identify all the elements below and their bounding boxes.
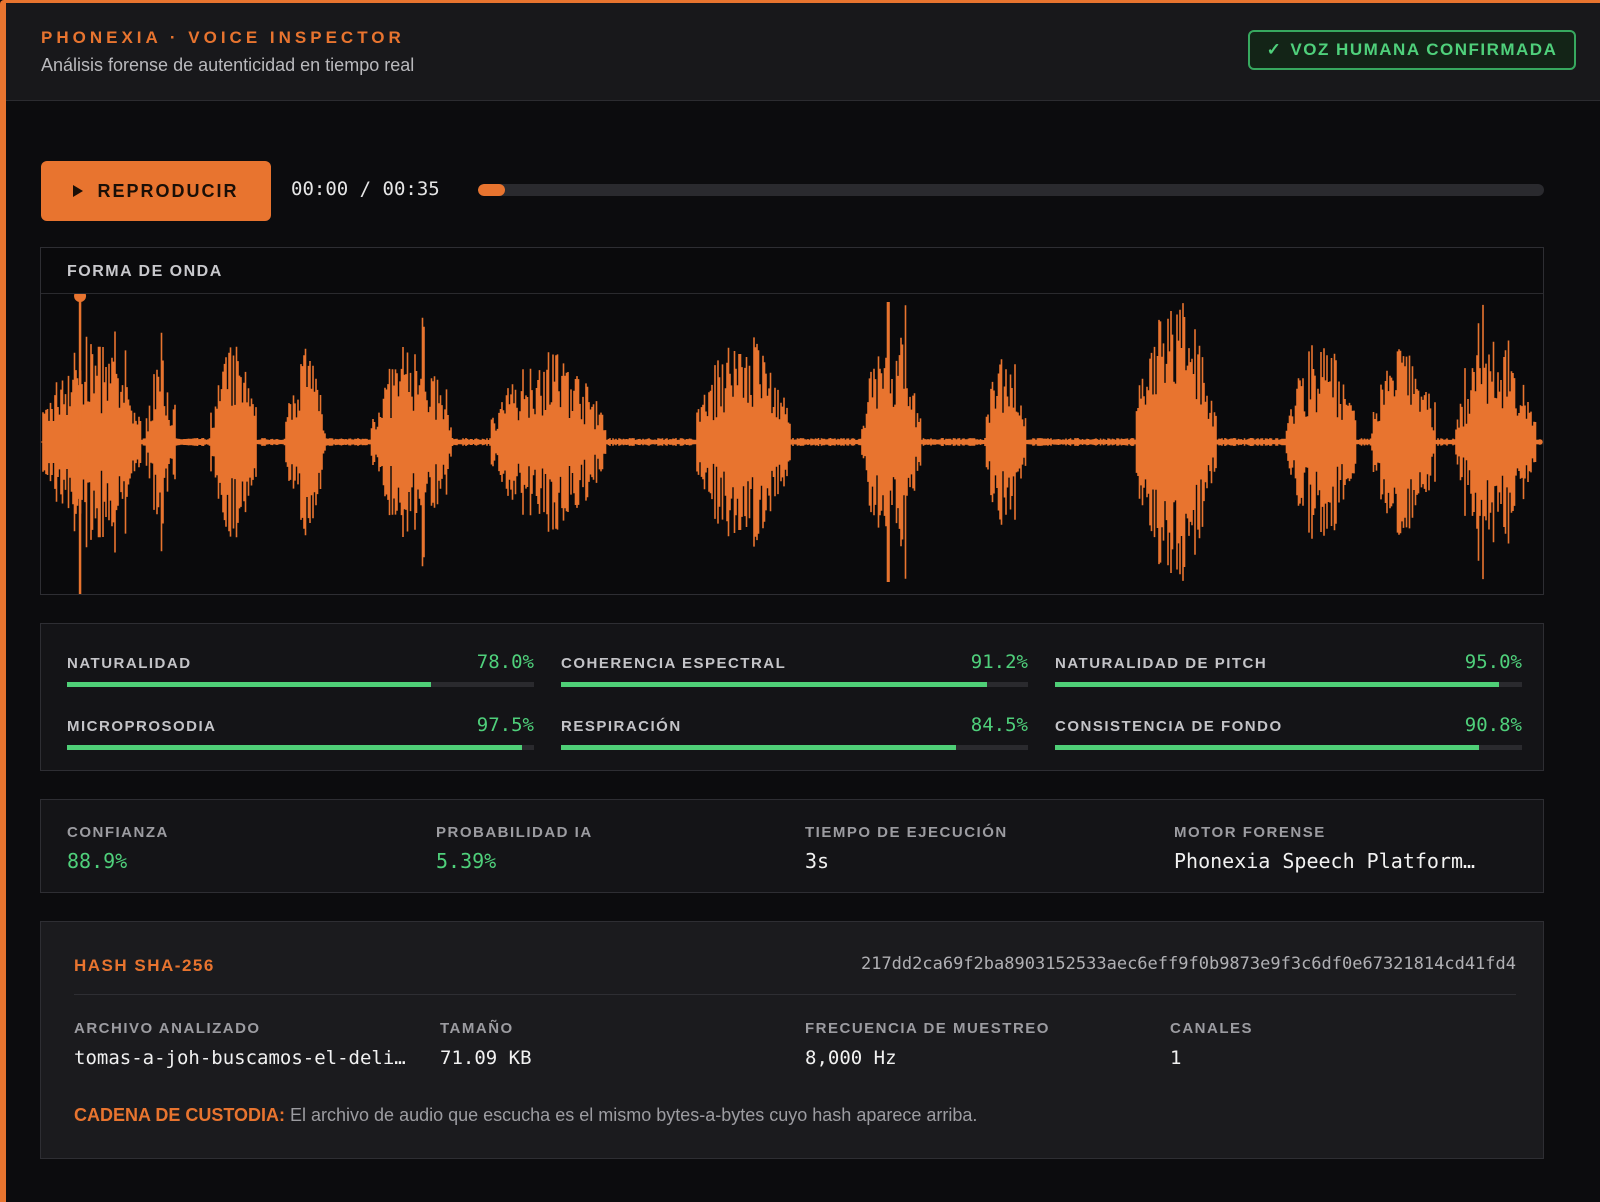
file-info-value: tomas-a-joh-buscamos-el-deli… bbox=[74, 1047, 406, 1069]
time-readout: 00:00 / 00:35 bbox=[291, 178, 440, 200]
play-button-label: REPRODUCIR bbox=[97, 180, 239, 201]
app-title: PHONEXIA · VOICE INSPECTOR bbox=[41, 28, 405, 47]
file-info-archivo: ARCHIVO ANALIZADO tomas-a-joh-buscamos-e… bbox=[74, 1020, 419, 1069]
waveform-panel: FORMA DE ONDA bbox=[40, 247, 1544, 595]
metric-bar-fill bbox=[1055, 745, 1480, 750]
metric-label: COHERENCIA ESPECTRAL bbox=[561, 655, 787, 672]
metric-bar bbox=[561, 682, 1028, 687]
metric-consistencia-de-fondo: CONSISTENCIA DE FONDO 90.8% bbox=[1055, 711, 1522, 761]
voice-inspector-app: PHONEXIA · VOICE INSPECTOR Análisis fore… bbox=[0, 0, 1600, 1202]
file-info-label: TAMAÑO bbox=[440, 1020, 514, 1037]
metric-value: 95.0% bbox=[1464, 651, 1522, 673]
stat-label: MOTOR FORENSE bbox=[1174, 824, 1326, 841]
file-info-value: 1 bbox=[1170, 1047, 1182, 1069]
file-info-frecuencia: FRECUENCIA DE MUESTREO 8,000 Hz bbox=[805, 1020, 1155, 1069]
stat-label: PROBABILIDAD IA bbox=[436, 824, 593, 841]
metric-coherencia-espectral: COHERENCIA ESPECTRAL 91.2% bbox=[561, 648, 1028, 698]
stat-label: CONFIANZA bbox=[67, 824, 169, 841]
stat-value: 5.39% bbox=[436, 849, 497, 873]
app-header: PHONEXIA · VOICE INSPECTOR Análisis fore… bbox=[6, 3, 1600, 101]
hash-label: HASH SHA-256 bbox=[74, 956, 215, 975]
metric-label: NATURALIDAD DE PITCH bbox=[1055, 655, 1268, 672]
playhead-handle[interactable] bbox=[74, 294, 87, 302]
app-subtitle: Análisis forense de autenticidad en tiem… bbox=[41, 55, 415, 75]
waveform-title: FORMA DE ONDA bbox=[41, 248, 1543, 294]
file-info-value: 71.09 KB bbox=[440, 1047, 532, 1069]
metric-naturalidad-de-pitch: NATURALIDAD DE PITCH 95.0% bbox=[1055, 648, 1522, 698]
verdict-badge: ✓ VOZ HUMANA CONFIRMADA bbox=[1248, 30, 1576, 70]
metric-bar-fill bbox=[561, 682, 987, 687]
metric-bar-fill bbox=[67, 682, 432, 687]
check-icon: ✓ bbox=[1266, 40, 1283, 59]
stat-value: 88.9% bbox=[67, 849, 128, 873]
metric-bar-fill bbox=[1055, 682, 1499, 687]
metric-value: 97.5% bbox=[476, 714, 534, 736]
file-info-label: CANALES bbox=[1170, 1020, 1254, 1037]
stat-value: 3s bbox=[805, 849, 830, 873]
file-info-canales: CANALES 1 bbox=[1170, 1020, 1520, 1069]
custody-panel: HASH SHA-256 217dd2ca69f2ba8903152533aec… bbox=[40, 921, 1544, 1159]
metric-bar bbox=[67, 745, 534, 750]
metric-bar bbox=[1055, 682, 1522, 687]
metric-label: MICROPROSODIA bbox=[67, 718, 217, 735]
metric-value: 84.5% bbox=[970, 714, 1028, 736]
file-info-label: FRECUENCIA DE MUESTREO bbox=[805, 1020, 1050, 1037]
metric-bar bbox=[561, 745, 1028, 750]
stats-panel: CONFIANZA 88.9% PROBABILIDAD IA 5.39% TI… bbox=[40, 799, 1544, 893]
metric-label: NATURALIDAD bbox=[67, 655, 192, 672]
metric-value: 78.0% bbox=[476, 651, 534, 673]
metric-bar-fill bbox=[67, 745, 523, 750]
stat-motor-forense: MOTOR FORENSE Phonexia Speech Platform… bbox=[1174, 824, 1524, 873]
hash-value: 217dd2ca69f2ba8903152533aec6eff9f0b9873e… bbox=[860, 954, 1516, 974]
waveform-canvas[interactable] bbox=[41, 294, 1543, 594]
metric-bar bbox=[67, 682, 534, 687]
stat-value: Phonexia Speech Platform… bbox=[1174, 849, 1476, 873]
play-icon bbox=[73, 185, 84, 197]
metric-naturalidad: NATURALIDAD 78.0% bbox=[67, 648, 534, 698]
custody-note-label: CADENA DE CUSTODIA: bbox=[74, 1105, 286, 1125]
metrics-panel: NATURALIDAD 78.0% COHERENCIA ESPECTRAL 9… bbox=[40, 623, 1544, 771]
stat-label: TIEMPO DE EJECUCIÓN bbox=[805, 824, 1008, 841]
file-info-value: 8,000 Hz bbox=[805, 1047, 897, 1069]
play-button[interactable]: REPRODUCIR bbox=[41, 161, 271, 221]
custody-divider bbox=[74, 994, 1516, 995]
stat-confianza: CONFIANZA 88.9% bbox=[67, 824, 417, 873]
metric-bar bbox=[1055, 745, 1522, 750]
metric-value: 90.8% bbox=[1464, 714, 1522, 736]
file-info-tamano: TAMAÑO 71.09 KB bbox=[440, 1020, 790, 1069]
metric-label: CONSISTENCIA DE FONDO bbox=[1055, 718, 1283, 735]
metric-respiracion: RESPIRACIÓN 84.5% bbox=[561, 711, 1028, 761]
metric-label: RESPIRACIÓN bbox=[561, 718, 682, 735]
metric-microprosodia: MICROPROSODIA 97.5% bbox=[67, 711, 534, 761]
verdict-label: VOZ HUMANA CONFIRMADA bbox=[1290, 40, 1558, 59]
stat-probabilidad-ia: PROBABILIDAD IA 5.39% bbox=[436, 824, 786, 873]
progress-fill bbox=[478, 184, 505, 196]
progress-bar[interactable] bbox=[478, 184, 1544, 196]
custody-note: CADENA DE CUSTODIA: El archivo de audio … bbox=[74, 1105, 977, 1126]
metric-bar-fill bbox=[561, 745, 956, 750]
stat-tiempo-de-ejecucion: TIEMPO DE EJECUCIÓN 3s bbox=[805, 824, 1155, 873]
metric-value: 91.2% bbox=[970, 651, 1028, 673]
file-info-label: ARCHIVO ANALIZADO bbox=[74, 1020, 261, 1037]
custody-note-text: El archivo de audio que escucha es el mi… bbox=[285, 1105, 978, 1125]
